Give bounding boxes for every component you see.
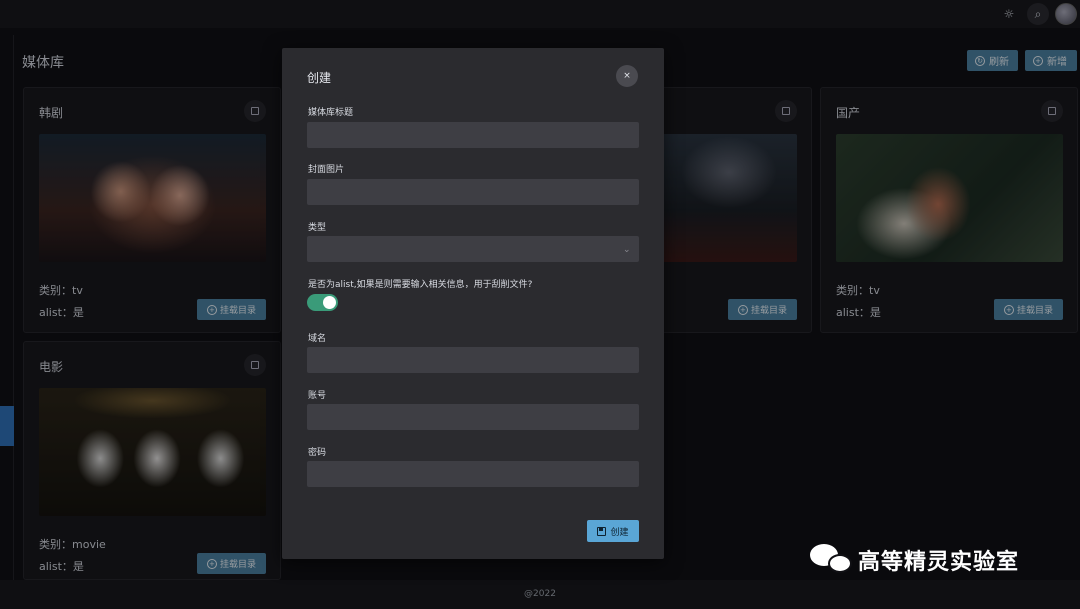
alist-toggle-label: 是否为alist,如果是则需要输入相关信息，用于刮削文件?: [308, 280, 533, 290]
alist-toggle[interactable]: [307, 294, 338, 311]
dialog-title: 创建: [307, 71, 332, 85]
account-label: 账号: [308, 391, 327, 401]
watermark-text: 高等精灵实验室: [858, 550, 1020, 575]
create-button[interactable]: 创建: [587, 520, 639, 542]
password-input[interactable]: [307, 461, 639, 487]
library-title-input[interactable]: [307, 122, 639, 148]
watermark: 高等精灵实验室: [810, 542, 1019, 578]
chevron-down-icon: ⌄: [623, 245, 631, 255]
type-select[interactable]: [307, 236, 639, 262]
cover-image-label: 封面图片: [308, 165, 345, 175]
password-label: 密码: [308, 448, 327, 458]
save-icon: [597, 526, 607, 536]
toggle-knob: [323, 296, 336, 309]
create-label: 创建: [610, 527, 629, 538]
wechat-icon: [810, 542, 852, 578]
domain-label: 域名: [308, 334, 327, 344]
create-dialog: 创建 × 媒体库标题 封面图片 类型 ⌄ 是否为alist,如果是则需要输入相关…: [282, 48, 664, 559]
type-label: 类型: [308, 223, 327, 233]
domain-input[interactable]: [307, 347, 639, 373]
account-input[interactable]: [307, 404, 639, 430]
library-title-label: 媒体库标题: [308, 108, 354, 118]
close-icon[interactable]: ×: [616, 65, 638, 87]
cover-image-input[interactable]: [307, 179, 639, 205]
